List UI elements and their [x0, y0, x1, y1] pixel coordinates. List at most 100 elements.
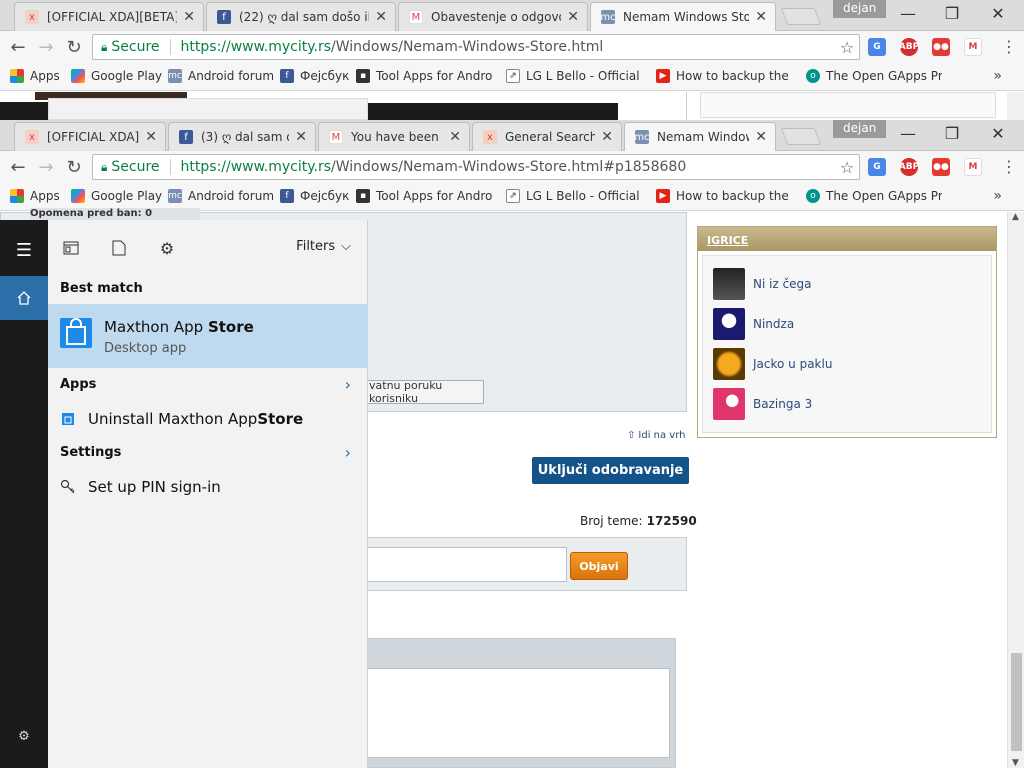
gmail-checker-icon[interactable]: M [964, 158, 982, 176]
front-tab-gmail[interactable]: M You have been qu ✕ [318, 122, 470, 151]
scroll-down-icon[interactable]: ▼ [1012, 758, 1019, 768]
restore-icon[interactable]: ❐ [942, 4, 962, 23]
bookmark-star-icon[interactable]: ☆ [835, 158, 859, 177]
forward-arrow-icon[interactable]: → [36, 157, 56, 178]
bookmark-facebook[interactable]: f Фејсбук [280, 69, 349, 83]
close-window-icon[interactable]: ✕ [988, 124, 1008, 143]
bookmark-android-forum[interactable]: mc Android forum [168, 69, 274, 83]
mycity-icon: mc [600, 10, 616, 24]
bookmark-lg[interactable]: ⇗ LG L Bello - Official Fir [506, 189, 642, 203]
bookmark-apps[interactable]: Apps [10, 189, 60, 203]
back-arrow-icon[interactable]: ← [8, 157, 28, 178]
close-icon[interactable]: ✕ [183, 9, 195, 25]
settings-heading[interactable]: Settings [60, 445, 121, 460]
close-icon[interactable]: ✕ [375, 9, 387, 25]
bookmark-youtube[interactable]: ▶ How to backup the RO [656, 189, 792, 203]
bookmark-star-icon[interactable]: ☆ [835, 38, 859, 57]
back-tab-gmail[interactable]: M Obavestenje o odgovoru ✕ [398, 2, 588, 31]
enable-approval-button[interactable]: Uključi odobravanje [532, 457, 689, 484]
bookmarks-overflow-icon[interactable]: » [993, 188, 1002, 204]
game-item[interactable]: Jacko u paklu [713, 348, 832, 380]
front-tab-facebook[interactable]: f (3) ღ dal sam doš ✕ [168, 122, 316, 151]
translate-extension-icon[interactable]: G [868, 158, 886, 176]
bookmark-opengapps[interactable]: o The Open GApps Proj [806, 189, 942, 203]
documents-icon[interactable] [108, 238, 130, 258]
bookmark-opengapps[interactable]: o The Open GApps Proj [806, 69, 942, 83]
home-icon[interactable] [0, 276, 48, 320]
chrome-menu-icon[interactable]: ⋮ [1001, 157, 1017, 176]
private-message-button[interactable]: vatnu poruku korisniku [362, 379, 484, 405]
bookmark-label: Фејсбук [300, 69, 350, 83]
bookmarks-overflow-icon[interactable]: » [993, 68, 1002, 84]
close-icon[interactable]: ✕ [295, 129, 307, 145]
profile-name[interactable]: dejan [833, 0, 887, 18]
google-play-icon [71, 69, 85, 83]
bookmark-youtube[interactable]: ▶ How to backup the RO [656, 69, 792, 83]
translate-extension-icon[interactable]: G [868, 38, 886, 56]
back-tab-strip: x [OFFICIAL XDA][BETA][JA ✕ f (22) ღ dal… [0, 0, 1024, 31]
back-tab-xda[interactable]: x [OFFICIAL XDA][BETA][JA ✕ [14, 2, 204, 31]
hamburger-menu-icon[interactable]: ☰ [0, 230, 48, 270]
bookmark-google-play[interactable]: Google Play [71, 69, 162, 83]
minimize-icon[interactable]: — [898, 4, 918, 23]
close-window-icon[interactable]: ✕ [988, 4, 1008, 23]
new-tab-button[interactable] [780, 8, 822, 25]
chevron-right-icon[interactable]: › [345, 375, 351, 394]
game-item[interactable]: Ni iz čega [713, 268, 812, 300]
close-icon[interactable]: ✕ [755, 9, 767, 25]
adblock-plus-icon[interactable]: ABP [899, 38, 919, 56]
address-bar[interactable]: 🔒︎ Secure https://www.mycity.rs/Windows/… [92, 34, 860, 60]
bookmark-apps[interactable]: Apps [10, 69, 60, 83]
front-tab-general-search[interactable]: x General Search ✕ [472, 122, 622, 151]
address-bar[interactable]: 🔒︎ Secure https://www.mycity.rs/Windows/… [92, 154, 860, 180]
chrome-menu-icon[interactable]: ⋮ [1001, 37, 1017, 56]
extension-red-icon[interactable]: ●● [932, 158, 950, 176]
back-tab-facebook[interactable]: f (22) ღ dal sam došo il sa ✕ [206, 2, 396, 31]
close-icon[interactable]: ✕ [755, 129, 767, 145]
scroll-up-icon[interactable]: ▲ [1012, 212, 1019, 222]
back-tab-mycity[interactable]: mc Nemam Windows Store ✕ [590, 2, 776, 31]
editor-textarea[interactable] [362, 668, 670, 758]
close-icon[interactable]: ✕ [449, 129, 461, 145]
restore-icon[interactable]: ❐ [942, 124, 962, 143]
go-top-link[interactable]: ⇧ Idi na vrh [627, 430, 685, 441]
settings-gear-icon[interactable]: ⚙ [0, 716, 48, 756]
page-scrollbar[interactable]: ▲ ▼ [1007, 212, 1024, 768]
bookmark-tool-apps[interactable]: ▪ Tool Apps for Android [356, 189, 492, 203]
best-match-result[interactable]: Maxthon App Store Desktop app [48, 304, 368, 368]
game-item[interactable]: Nindza [713, 308, 794, 340]
uninstall-maxthon-item[interactable]: Uninstall Maxthon App Store [60, 410, 303, 428]
front-tab-xda[interactable]: x [OFFICIAL XDA][BE ✕ [14, 122, 166, 151]
close-icon[interactable]: ✕ [145, 129, 157, 145]
profile-name[interactable]: dejan [833, 120, 887, 138]
filters-dropdown[interactable]: Filters ⌵ [296, 239, 351, 254]
bookmark-facebook[interactable]: f Фејсбук [280, 189, 349, 203]
close-icon[interactable]: ✕ [601, 129, 613, 145]
games-box-title[interactable]: IGRICE [698, 227, 996, 251]
back-arrow-icon[interactable]: ← [8, 37, 28, 58]
quick-reply-input[interactable] [362, 547, 567, 582]
back-scrollbar[interactable] [1007, 92, 1024, 120]
minimize-icon[interactable]: — [898, 124, 918, 143]
adblock-plus-icon[interactable]: ABP [899, 158, 919, 176]
web-settings-icon[interactable]: ⚙ [156, 238, 178, 258]
setup-pin-item[interactable]: Set up PIN sign-in [60, 478, 221, 496]
bookmark-android-forum[interactable]: mc Android forum [168, 189, 274, 203]
apps-heading[interactable]: Apps [60, 377, 96, 392]
chevron-right-icon[interactable]: › [345, 443, 351, 462]
reload-icon[interactable]: ↻ [64, 37, 84, 58]
new-tab-button[interactable] [780, 128, 822, 145]
apps-view-icon[interactable] [60, 238, 82, 258]
close-icon[interactable]: ✕ [567, 9, 579, 25]
game-item[interactable]: Bazinga 3 [713, 388, 812, 420]
front-tab-mycity[interactable]: mc Nemam Windows ✕ [624, 122, 776, 151]
post-button[interactable]: Objavi [570, 552, 628, 580]
gmail-checker-icon[interactable]: M [964, 38, 982, 56]
bookmark-lg[interactable]: ⇗ LG L Bello - Official Fir [506, 69, 642, 83]
bookmark-tool-apps[interactable]: ▪ Tool Apps for Android [356, 69, 492, 83]
bookmark-google-play[interactable]: Google Play [71, 189, 162, 203]
forward-arrow-icon[interactable]: → [36, 37, 56, 58]
reload-icon[interactable]: ↻ [64, 157, 84, 178]
scrollbar-thumb[interactable] [1011, 653, 1022, 751]
extension-red-icon[interactable]: ●● [932, 38, 950, 56]
